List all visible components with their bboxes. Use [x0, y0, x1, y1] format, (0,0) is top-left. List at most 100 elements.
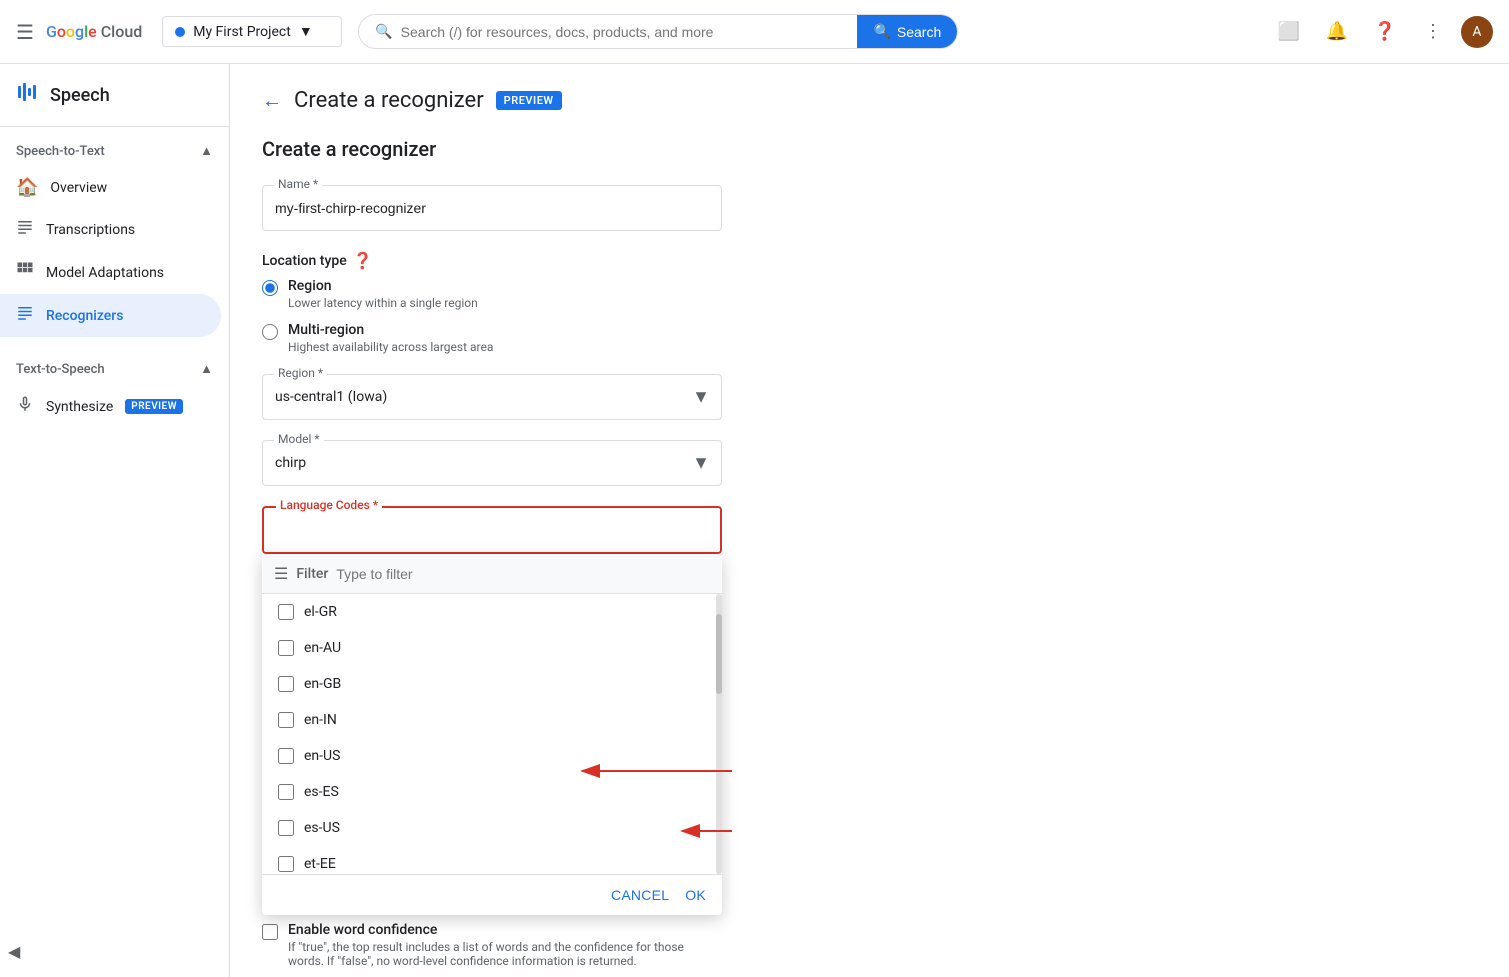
language-codes-border[interactable]: Language Codes * — [262, 506, 722, 554]
text-to-speech-header[interactable]: Text-to-Speech ▲ — [0, 353, 229, 385]
language-item[interactable]: es-US — [262, 810, 722, 846]
language-code-label: es-ES — [304, 784, 339, 800]
radio-region[interactable]: Region Lower latency within a single reg… — [262, 278, 1477, 310]
back-button[interactable]: ← — [262, 88, 282, 113]
language-checkbox[interactable] — [278, 712, 294, 728]
radio-multiregion-input[interactable] — [262, 324, 278, 340]
home-icon: 🏠 — [16, 177, 38, 198]
filter-row: ☰ Filter — [262, 554, 722, 594]
nav-icons: ⬜ 🔔 ❓ ⋮ A — [1269, 12, 1493, 52]
sidebar-item-overview[interactable]: 🏠 Overview — [0, 167, 221, 208]
language-code-label: el-GR — [304, 604, 337, 620]
multiregion-radio-desc: Highest availability across largest area — [288, 340, 493, 354]
word-confidence-desc: If "true", the top result includes a lis… — [288, 940, 718, 968]
help-icon-btn[interactable]: ❓ — [1365, 12, 1405, 52]
language-code-label: es-US — [304, 820, 340, 836]
language-item[interactable]: en-AU — [262, 630, 722, 666]
location-type-group: Location type ❓ Region Lower latency wit… — [262, 251, 1477, 354]
multiregion-radio-label: Multi-region — [288, 322, 493, 338]
dropdown-ok-button[interactable]: OK — [685, 887, 706, 903]
language-codes-field: Language Codes * ☰ Filter el-GRen-AUen-G… — [262, 506, 722, 554]
page-header: ← Create a recognizer PREVIEW — [262, 88, 1477, 113]
model-field-group: Model * chirp ▼ — [262, 440, 722, 486]
search-button[interactable]: 🔍 Search — [857, 15, 957, 48]
name-label: Name * — [274, 177, 322, 191]
chevron-up-icon-tts: ▲ — [200, 361, 213, 377]
language-checkbox[interactable] — [278, 856, 294, 872]
location-type-label: Location type ❓ — [262, 251, 1477, 270]
radio-region-input[interactable] — [262, 280, 278, 296]
main-content: ← Create a recognizer PREVIEW Create a r… — [230, 64, 1509, 977]
project-name: My First Project — [193, 24, 291, 40]
chevron-up-icon: ▲ — [200, 143, 213, 159]
location-type-help-icon[interactable]: ❓ — [353, 251, 373, 270]
language-checkbox[interactable] — [278, 748, 294, 764]
search-bar: 🔍 🔍 Search — [358, 14, 958, 49]
project-chevron-icon: ▼ — [299, 23, 313, 40]
language-item[interactable]: el-GR — [262, 594, 722, 630]
name-input[interactable] — [263, 186, 721, 230]
sidebar-collapse-btn[interactable]: ◀ — [8, 942, 20, 961]
sidebar-item-synthesize[interactable]: Synthesize PREVIEW — [0, 385, 221, 428]
speech-app-icon — [16, 80, 40, 110]
model-icon — [16, 261, 34, 284]
speech-to-text-header[interactable]: Speech-to-Text ▲ — [0, 135, 229, 167]
sidebar-item-recognizers[interactable]: Recognizers — [0, 294, 221, 337]
more-options-icon-btn[interactable]: ⋮ — [1413, 12, 1453, 52]
language-checkbox[interactable] — [278, 820, 294, 836]
radio-multiregion[interactable]: Multi-region Highest availability across… — [262, 322, 1477, 354]
region-radio-label: Region — [288, 278, 478, 294]
language-item[interactable]: en-IN — [262, 702, 722, 738]
search-input[interactable] — [401, 24, 850, 40]
language-checkbox[interactable] — [278, 640, 294, 656]
word-confidence-option: Enable word confidence If "true", the to… — [262, 922, 722, 968]
region-radio-desc: Lower latency within a single region — [288, 296, 478, 310]
sidebar-item-model-adaptations[interactable]: Model Adaptations — [0, 251, 221, 294]
text-to-speech-section: Text-to-Speech ▲ Synthesize PREVIEW — [0, 345, 229, 436]
search-btn-icon: 🔍 — [873, 23, 890, 40]
language-item[interactable]: es-ES — [262, 774, 722, 810]
notifications-icon-btn[interactable]: 🔔 — [1317, 12, 1357, 52]
model-select[interactable]: chirp — [262, 440, 722, 486]
sidebar-app-header: Speech — [0, 64, 229, 127]
dropdown-footer: CANCEL OK — [262, 874, 722, 915]
search-icon: 🔍 — [375, 24, 392, 40]
speech-to-text-section: Speech-to-Text ▲ 🏠 Overview Transcriptio… — [0, 127, 229, 345]
transcriptions-icon — [16, 218, 34, 241]
synthesize-icon — [16, 395, 34, 418]
language-checkbox[interactable] — [278, 784, 294, 800]
name-field-group: Name * — [262, 185, 722, 231]
word-confidence-label: Enable word confidence — [288, 922, 718, 938]
language-code-label: en-IN — [304, 712, 337, 728]
dropdown-cancel-button[interactable]: CANCEL — [611, 887, 669, 903]
language-item[interactable]: et-EE — [262, 846, 722, 874]
menu-icon[interactable]: ☰ — [16, 20, 34, 44]
filter-icon: ☰ — [274, 564, 288, 583]
language-code-label: et-EE — [304, 856, 336, 872]
word-confidence-checkbox[interactable] — [262, 924, 278, 940]
language-checkbox[interactable] — [278, 604, 294, 620]
recognizers-icon — [16, 304, 34, 327]
sidebar-item-transcriptions[interactable]: Transcriptions — [0, 208, 221, 251]
language-code-label: en-US — [304, 748, 340, 764]
filter-input[interactable] — [336, 566, 710, 582]
region-field-group: Region * us-central1 (Iowa) ▼ — [262, 374, 722, 420]
language-code-label: en-AU — [304, 640, 341, 656]
sidebar-app-name: Speech — [50, 85, 110, 106]
model-field-label: Model * — [274, 432, 324, 446]
page-preview-badge: PREVIEW — [496, 91, 562, 110]
google-cloud-logo: Google Cloud — [46, 22, 142, 41]
top-nav: ☰ Google Cloud My First Project ▼ 🔍 🔍 Se… — [0, 0, 1509, 64]
terminal-icon-btn[interactable]: ⬜ — [1269, 12, 1309, 52]
form-title: Create a recognizer — [262, 137, 1477, 161]
avatar[interactable]: A — [1461, 16, 1493, 48]
synthesize-preview-badge: PREVIEW — [125, 399, 183, 414]
project-selector[interactable]: My First Project ▼ — [162, 16, 342, 47]
language-codes-label: Language Codes * — [276, 498, 382, 512]
language-item[interactable]: en-US — [262, 738, 722, 774]
language-checkbox[interactable] — [278, 676, 294, 692]
region-select[interactable]: us-central1 (Iowa) — [262, 374, 722, 420]
language-list: el-GR en-AU en-GB en-IN en-US es-ES es-US et-EE — [262, 594, 722, 874]
language-item[interactable]: en-GB — [262, 666, 722, 702]
filter-label: Filter — [296, 566, 328, 582]
